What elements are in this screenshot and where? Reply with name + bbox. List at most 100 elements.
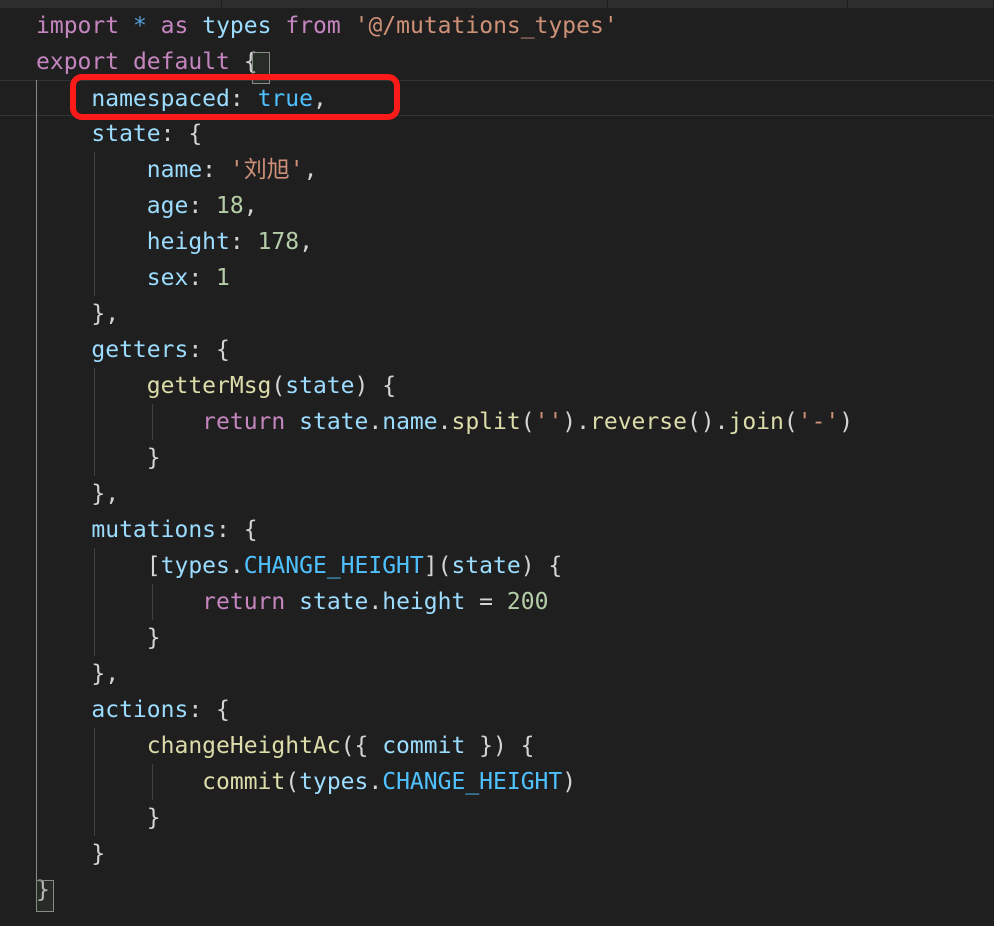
token-op: ]( (423, 553, 452, 579)
token-cst: true (257, 86, 313, 112)
token-op: }, (36, 301, 120, 327)
token-op: } (36, 877, 50, 903)
token-op: . (368, 409, 383, 435)
code-line-text: mutations: { (0, 512, 258, 548)
code-line[interactable]: } (0, 440, 994, 476)
token-prop: height (146, 229, 230, 255)
code-line-text: namespaced: true, (0, 81, 326, 117)
token-op (36, 229, 147, 255)
token-prop: actions (91, 697, 189, 723)
code-line[interactable]: export default { (0, 44, 994, 80)
code-line[interactable]: name: '刘旭', (0, 152, 994, 188)
code-line[interactable]: getterMsg(state) { (0, 368, 994, 404)
token-op: , (299, 229, 313, 255)
code-line-text: } (0, 800, 161, 836)
token-op: ). (562, 409, 590, 435)
token-op: } (36, 625, 161, 651)
token-op: ) { (520, 553, 563, 579)
token-op: [ (36, 553, 161, 579)
code-line[interactable]: } (0, 620, 994, 656)
code-line[interactable]: return state.height = 200 (0, 584, 994, 620)
code-line-text: age: 18, (0, 188, 258, 224)
code-line-text: } (0, 836, 105, 872)
token-op: = (465, 589, 507, 615)
token-fn: changeHeightAc (146, 733, 341, 759)
token-op (119, 49, 133, 75)
token-op (36, 589, 202, 615)
code-line[interactable]: changeHeightAc({ commit }) { (0, 728, 994, 764)
code-line[interactable]: } (0, 836, 994, 872)
token-kw: export (36, 49, 120, 75)
token-op: : { (216, 517, 258, 543)
token-op (341, 13, 355, 39)
code-line-current[interactable]: namespaced: true, (0, 80, 994, 116)
tab-segment-1[interactable] (0, 0, 222, 8)
token-op: (). (686, 409, 729, 435)
code-line[interactable]: } (0, 872, 994, 908)
token-prop: mutations (91, 517, 217, 543)
code-line-text: return state.name.split('').reverse().jo… (0, 404, 853, 440)
code-line-text: }, (0, 476, 119, 512)
tab-segment-4[interactable] (848, 0, 994, 8)
token-op (36, 373, 147, 399)
token-op: . (437, 409, 452, 435)
token-str: '-' (797, 409, 840, 435)
code-line[interactable]: sex: 1 (0, 260, 994, 296)
token-kw: from (285, 13, 341, 39)
token-prop: name (382, 409, 438, 435)
code-line[interactable]: mutations: { (0, 512, 994, 548)
tab-segment-3[interactable] (608, 0, 848, 8)
code-line[interactable]: getters: { (0, 332, 994, 368)
code-line[interactable]: }, (0, 296, 994, 332)
token-op: . (229, 553, 244, 579)
token-op: , (303, 157, 318, 183)
token-op: : (229, 86, 258, 112)
token-prop: state (91, 121, 161, 147)
code-content[interactable]: import * as types from '@/mutations_type… (0, 8, 994, 908)
code-line[interactable]: } (0, 800, 994, 836)
token-kw: import (36, 13, 120, 39)
code-editor[interactable]: import * as types from '@/mutations_type… (0, 8, 994, 926)
token-cst: CHANGE_HEIGHT (243, 553, 424, 579)
code-line[interactable]: }, (0, 656, 994, 692)
token-prop: state (285, 373, 355, 399)
token-op: { (243, 49, 258, 75)
token-op: : { (188, 697, 230, 723)
token-op (36, 265, 147, 291)
token-op (36, 193, 147, 219)
code-line[interactable]: actions: { (0, 692, 994, 728)
token-prop: name (146, 157, 203, 183)
token-prop: state (299, 589, 369, 615)
token-op (36, 697, 91, 723)
token-op: : { (160, 121, 203, 147)
code-line[interactable]: commit(types.CHANGE_HEIGHT) (0, 764, 994, 800)
editor-tab-strip[interactable] (0, 0, 994, 8)
code-line[interactable]: }, (0, 476, 994, 512)
code-line[interactable]: height: 178, (0, 224, 994, 260)
token-op: }) { (465, 733, 535, 759)
token-op: }, (36, 481, 120, 507)
token-op (36, 769, 202, 795)
code-line[interactable]: [types.CHANGE_HEIGHT](state) { (0, 548, 994, 584)
tab-segment-2[interactable] (222, 0, 608, 8)
token-op: . (368, 769, 383, 795)
token-op: : { (188, 337, 230, 363)
token-num: 1 (216, 265, 230, 291)
token-prop: sex (146, 265, 189, 291)
token-str: '@/mutations_types' (354, 13, 618, 39)
token-kw: as (160, 13, 189, 39)
code-line-text: }, (0, 656, 119, 692)
code-line-text: changeHeightAc({ commit }) { (0, 728, 535, 764)
code-line[interactable]: return state.name.split('').reverse().jo… (0, 404, 994, 440)
token-op: : (229, 229, 258, 255)
code-line[interactable]: import * as types from '@/mutations_type… (0, 8, 994, 44)
code-line-text: getters: { (0, 332, 230, 368)
code-line[interactable]: state: { (0, 116, 994, 152)
token-op: ) (839, 409, 854, 435)
token-fn: commit (202, 769, 286, 795)
token-op (271, 13, 285, 39)
token-op: ( (271, 373, 286, 399)
token-op (285, 589, 299, 615)
code-line[interactable]: age: 18, (0, 188, 994, 224)
token-str: '刘旭' (229, 157, 304, 183)
